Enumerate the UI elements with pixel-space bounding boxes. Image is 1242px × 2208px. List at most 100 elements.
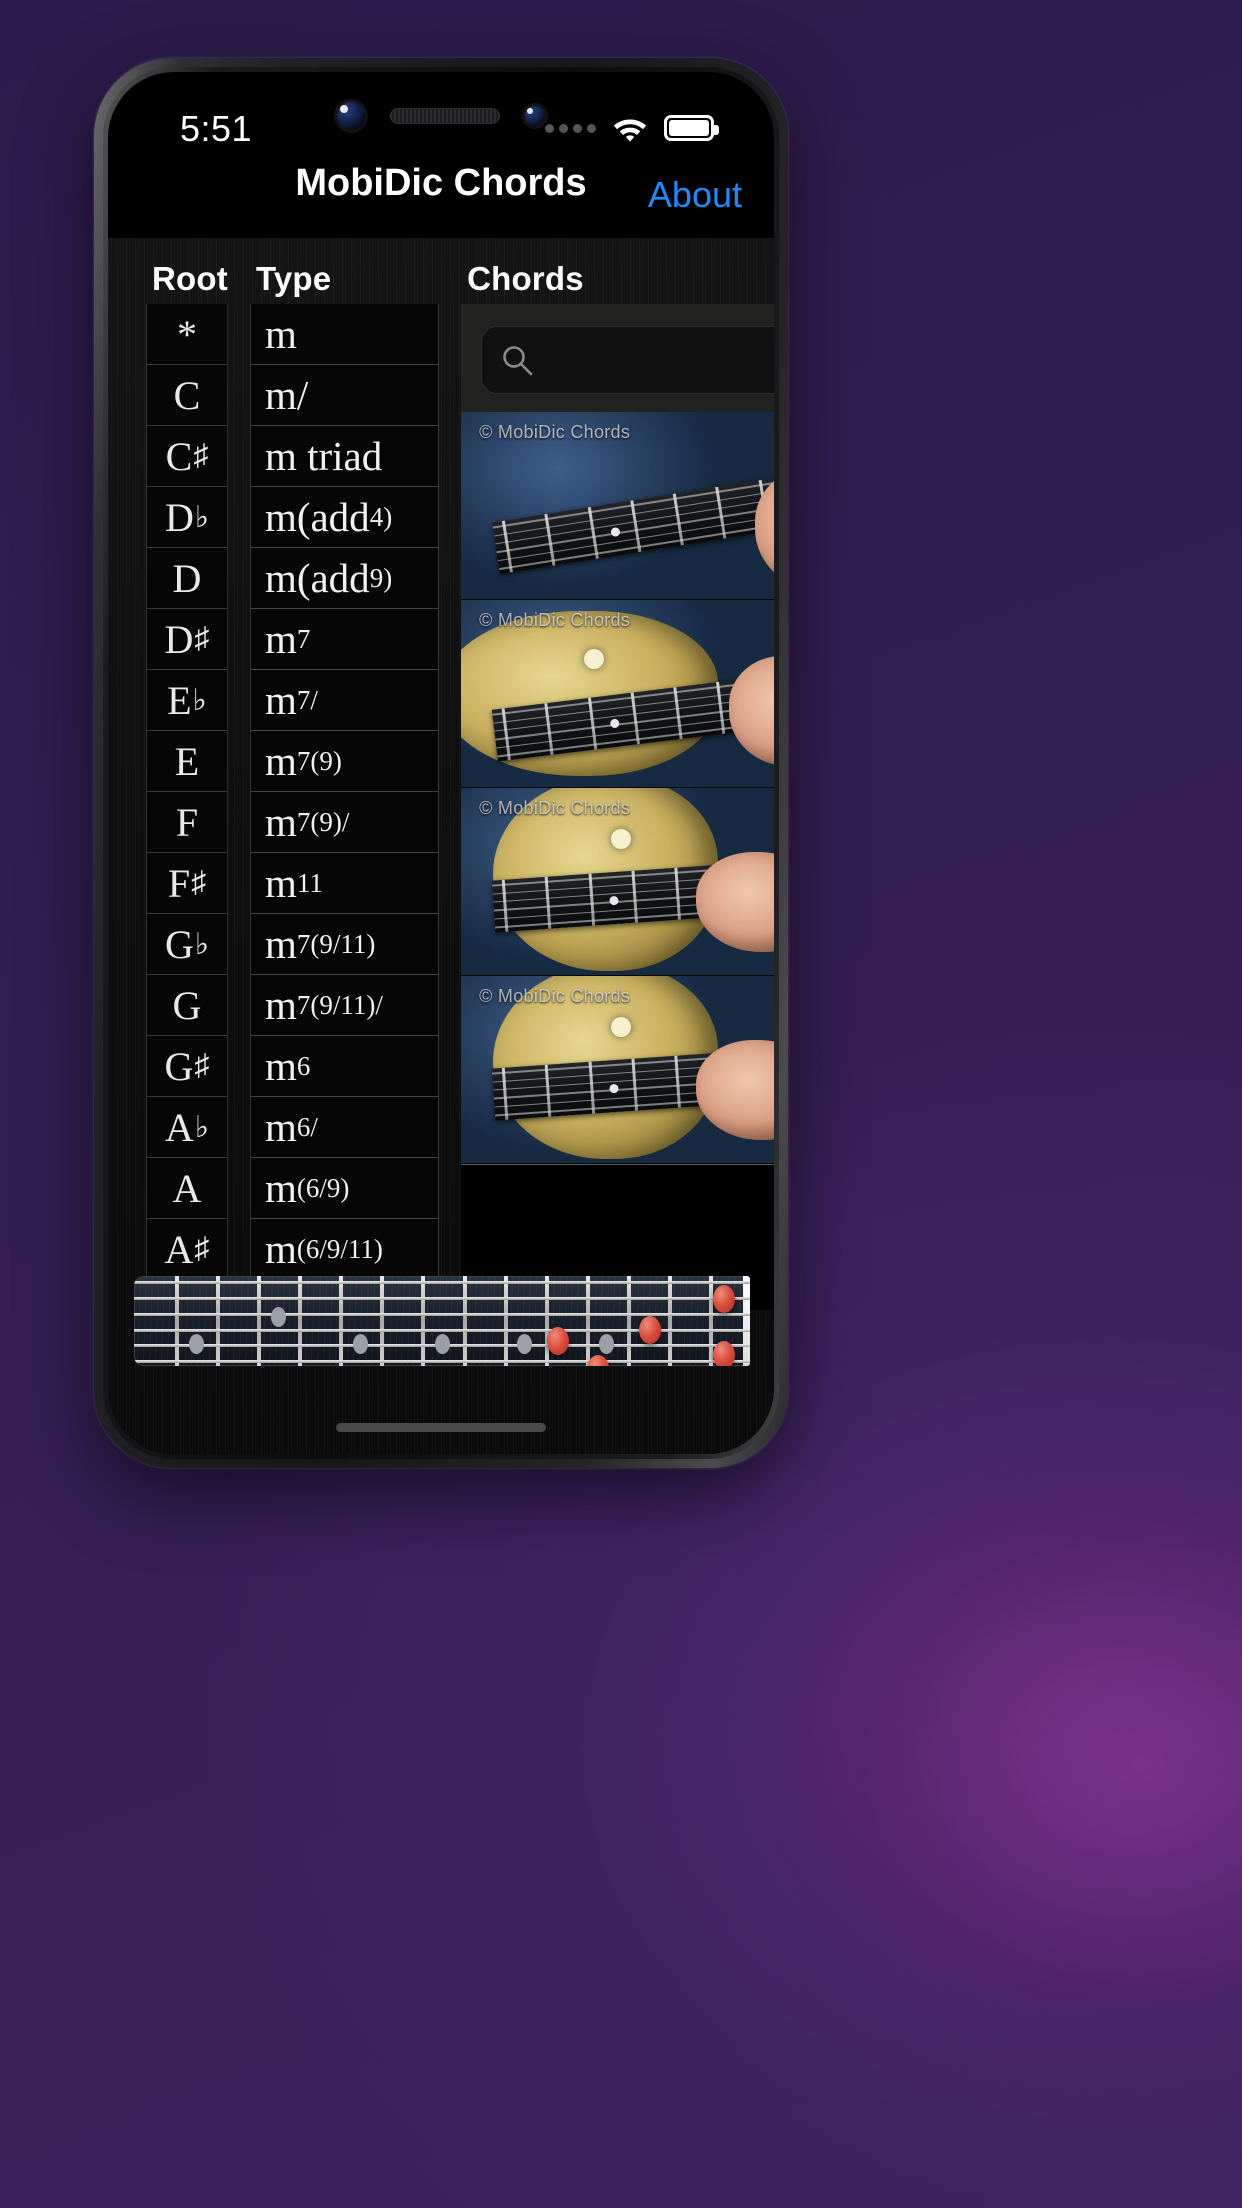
- fretboard-container[interactable]: [134, 1276, 750, 1366]
- chord-result-row[interactable]: © MobiDic ChordsEm7(9): [461, 788, 774, 976]
- type-label-superscript: 7/: [296, 684, 318, 715]
- root-list-item[interactable]: D ♭: [147, 487, 227, 548]
- type-list[interactable]: m m/m triad m(add 4) m(add 9) m 7 m 7/m 7(9) m 7(9)/…: [249, 304, 440, 1312]
- root-accidental: ♯: [194, 1049, 210, 1082]
- phone-frame-inner: 5:51 MobiDic Chords About Root * C C ♯ D…: [103, 67, 779, 1459]
- type-list-item[interactable]: m 6/: [250, 1097, 439, 1158]
- type-list-item[interactable]: m 7(9/11): [250, 914, 439, 975]
- type-column: Type m m/m triad m(add 4) m(add 9) m 7 m 7/m 7(9) m…: [249, 238, 440, 1328]
- root-list-item[interactable]: F ♯: [147, 853, 227, 914]
- root-accidental: ♭: [192, 683, 207, 717]
- finger-position-dot[interactable]: [713, 1285, 736, 1313]
- type-list-item[interactable]: m7: [250, 609, 439, 670]
- finger-position-dot[interactable]: [639, 1315, 662, 1344]
- guitar-soundhole: [584, 648, 605, 669]
- chord-result-row[interactable]: © MobiDic ChordsEm7(9): [461, 976, 774, 1164]
- about-button[interactable]: About: [648, 174, 742, 216]
- status-indicators: [545, 114, 719, 142]
- home-indicator[interactable]: [336, 1423, 546, 1432]
- root-label: A: [172, 1165, 202, 1211]
- guitar-soundhole: [610, 1017, 631, 1038]
- fret-inlay-marker: [517, 1333, 533, 1354]
- root-label: C: [173, 372, 201, 418]
- root-list-item[interactable]: A ♯: [147, 1219, 227, 1280]
- root-list-item[interactable]: F: [147, 792, 227, 853]
- wifi-icon: [611, 114, 649, 142]
- root-label: F: [167, 860, 191, 906]
- root-label: E: [174, 738, 200, 784]
- chords-column-header: Chords: [467, 260, 584, 297]
- type-label-superscript: 7(9): [296, 745, 342, 776]
- root-list-item[interactable]: E: [147, 731, 227, 792]
- type-list-item[interactable]: m (6/9/11): [250, 1219, 439, 1280]
- root-list-item[interactable]: *: [147, 304, 227, 365]
- type-list-item[interactable]: m 7(9): [250, 731, 439, 792]
- root-list-item[interactable]: C ♯: [147, 426, 227, 487]
- chord-result-row[interactable]: © MobiDic ChordsEm7(9): [461, 412, 774, 600]
- type-list-item[interactable]: m 11: [250, 853, 439, 914]
- root-list[interactable]: *CC♯D♭DD♯E♭EFF♯G♭GG♯A♭AA♯B♭B: [146, 304, 228, 1299]
- phone-frame: 5:51 MobiDic Chords About Root * C C ♯ D…: [94, 58, 788, 1468]
- chord-results-list[interactable]: © MobiDic ChordsEm7(9)© MobiDic ChordsEm…: [461, 412, 774, 1164]
- type-label-base: m: [264, 1226, 297, 1272]
- root-list-item[interactable]: D: [147, 548, 227, 609]
- type-list-item[interactable]: m 7(9/11)/: [250, 975, 439, 1036]
- guitar-string: [134, 1360, 750, 1364]
- search-input[interactable]: [546, 344, 774, 376]
- watermark-text: © MobiDic Chords: [479, 422, 631, 442]
- root-accidental: ♯: [191, 866, 207, 899]
- type-label-superscript: 7(9/11)/: [296, 989, 383, 1020]
- root-accidental: ♯: [193, 439, 209, 472]
- phone-screen: 5:51 MobiDic Chords About Root * C C ♯ D…: [108, 72, 774, 1454]
- type-label-base: m: [264, 860, 297, 906]
- type-label-superscript: 6: [296, 1050, 311, 1081]
- finger-position-dot[interactable]: [586, 1355, 609, 1366]
- root-list-item[interactable]: A ♭: [147, 1097, 227, 1158]
- type-list-item[interactable]: m(add 9): [250, 548, 439, 609]
- root-label: G: [172, 982, 202, 1028]
- root-list-item[interactable]: C: [147, 365, 227, 426]
- search-box[interactable]: [481, 326, 774, 394]
- type-list-item[interactable]: m(add 4): [250, 487, 439, 548]
- type-list-item[interactable]: m triad: [250, 426, 439, 487]
- fret-inlay-marker: [352, 1333, 368, 1354]
- type-list-item[interactable]: m6: [250, 1036, 439, 1097]
- root-label: D: [172, 555, 202, 601]
- chord-fretboard-diagram[interactable]: [134, 1276, 750, 1366]
- root-list-item[interactable]: A: [147, 1158, 227, 1219]
- root-list-item[interactable]: G: [147, 975, 227, 1036]
- root-list-item[interactable]: D ♯: [147, 609, 227, 670]
- watermark-text: © MobiDic Chords: [479, 798, 631, 818]
- type-label-base: m: [264, 311, 297, 357]
- root-list-item[interactable]: G ♭: [147, 914, 227, 975]
- fret-inlay-marker: [270, 1306, 286, 1327]
- fret-inlay-marker: [188, 1333, 204, 1354]
- root-column-header: Root: [152, 260, 228, 297]
- chord-result-row[interactable]: © MobiDic ChordsEm7(9): [461, 600, 774, 788]
- type-list-item[interactable]: m 7(9)/: [250, 792, 439, 853]
- type-list-item[interactable]: m/: [250, 365, 439, 426]
- root-list-item[interactable]: G ♯: [147, 1036, 227, 1097]
- type-label-superscript: (6/9): [296, 1172, 350, 1203]
- type-label-base: m: [264, 738, 297, 784]
- type-list-item[interactable]: m 7/: [250, 670, 439, 731]
- fret-bar: [626, 1276, 631, 1366]
- chord-photo: © MobiDic ChordsEm7(9): [461, 788, 774, 975]
- guitar-string: [134, 1297, 750, 1301]
- search-bar-container: [461, 304, 774, 412]
- root-column: Root *CC♯D♭DD♯E♭EFF♯G♭GG♯A♭AA♯B♭B: [146, 238, 228, 1328]
- type-column-header: Type: [255, 260, 332, 297]
- watermark-text: © MobiDic Chords: [479, 986, 631, 1006]
- type-list-item[interactable]: m: [250, 304, 439, 365]
- root-list-item[interactable]: E ♭: [147, 670, 227, 731]
- finger-position-dot[interactable]: [546, 1327, 569, 1356]
- search-icon: [500, 343, 534, 377]
- type-list-item[interactable]: m (6/9): [250, 1158, 439, 1219]
- chords-column: Chords © MobiDic Chords © MobiDic Chords…: [461, 238, 774, 1328]
- chords-panel: © MobiDic ChordsEm7(9)© MobiDic ChordsEm…: [461, 304, 774, 1310]
- type-label-base: m/: [264, 372, 309, 418]
- root-accidental: ♭: [194, 927, 209, 961]
- finger-position-dot[interactable]: [713, 1340, 736, 1366]
- root-accidental: ♭: [194, 500, 209, 534]
- type-label-base: m(add: [264, 494, 370, 540]
